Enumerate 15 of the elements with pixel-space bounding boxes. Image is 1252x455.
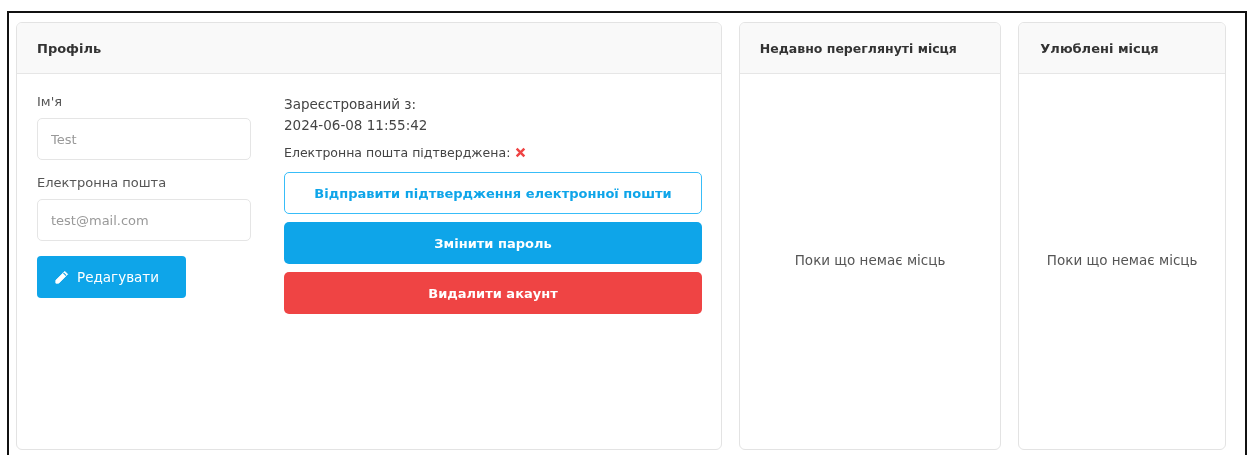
registered-date: 2024-06-08 11:55:42 <box>284 116 429 135</box>
action-button[interactable]: Видалити акаунт <box>284 272 702 314</box>
registered-label: Зареєстрований з: <box>284 95 417 114</box>
field-label: Ім'я <box>37 94 64 109</box>
card-title: Улюблені місця <box>1040 40 1159 56</box>
action-button[interactable]: Відправити підтвердження електронної пошти <box>284 172 702 214</box>
empty-message: Поки що немає місць <box>794 251 946 268</box>
email-verified-label: Електронна пошта підтверджена: <box>284 144 511 162</box>
empty-message: Поки що немає місць <box>1046 251 1198 268</box>
pencil-icon <box>54 269 69 285</box>
field-label: Електронна пошта <box>37 175 168 190</box>
card-title: Недавно переглянуті місця <box>759 40 957 56</box>
edit-button[interactable]: Редагувати <box>37 256 186 298</box>
card-title: Профіль <box>37 40 102 56</box>
action-button[interactable]: Змінити пароль <box>284 222 702 264</box>
